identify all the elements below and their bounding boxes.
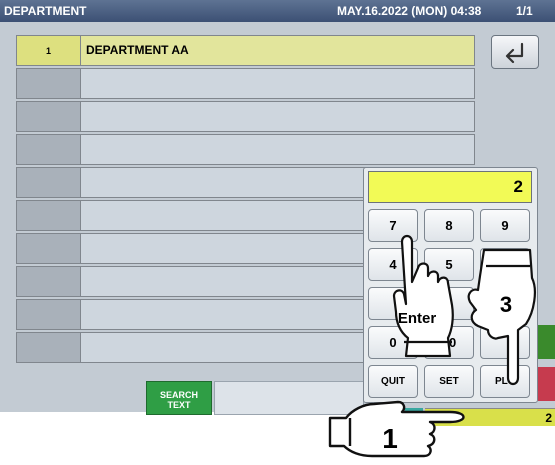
row-number (17, 333, 80, 362)
key-4[interactable]: 4 (368, 248, 418, 281)
row-name (80, 135, 474, 164)
back-button[interactable] (491, 35, 539, 69)
key-0[interactable]: 0 (368, 326, 418, 359)
row-number (17, 135, 80, 164)
key-enter[interactable] (480, 326, 530, 359)
page-indicator: 1/1 (516, 4, 533, 18)
key-6[interactable] (480, 248, 530, 281)
row-name: DEPARTMENT AA (80, 36, 474, 65)
row-name (80, 69, 474, 98)
keypad-display: 2 (368, 171, 532, 203)
screen-title: DEPARTMENT (4, 4, 87, 18)
key-2[interactable] (424, 287, 474, 320)
row-number (17, 201, 80, 230)
row-number (17, 300, 80, 329)
list-row[interactable] (16, 134, 475, 165)
row-number (17, 168, 80, 197)
key-5[interactable]: 5 (424, 248, 474, 281)
row-number (17, 267, 80, 296)
back-arrow-icon (505, 42, 524, 64)
key-9[interactable]: 9 (480, 209, 530, 242)
list-row[interactable]: 1 DEPARTMENT AA (16, 35, 475, 66)
plu-button[interactable]: PLU (480, 365, 530, 398)
teal-button[interactable] (405, 408, 423, 418)
title-bar: DEPARTMENT MAY.16.2022 (MON) 04:38 1/1 (0, 0, 555, 22)
key-7[interactable]: 7 (368, 209, 418, 242)
search-field[interactable] (214, 381, 364, 415)
row-number: 1 (17, 36, 80, 65)
step-1-label: 1 (382, 423, 398, 454)
bottom-value-field: 2 (425, 408, 555, 426)
list-row[interactable] (16, 101, 475, 132)
key-3[interactable] (480, 287, 530, 320)
datetime: MAY.16.2022 (MON) 04:38 (337, 4, 482, 18)
set-button[interactable]: SET (424, 365, 474, 398)
key-00[interactable]: 00 (424, 326, 474, 359)
row-number (17, 102, 80, 131)
search-label-line1: SEARCH (159, 390, 198, 400)
row-number (17, 69, 80, 98)
search-label-line2: TEXT (167, 400, 191, 410)
search-text-button[interactable]: SEARCH TEXT (146, 381, 212, 415)
key-8[interactable]: 8 (424, 209, 474, 242)
quit-button[interactable]: QUIT (368, 365, 418, 398)
row-name (80, 102, 474, 131)
key-1[interactable] (368, 287, 418, 320)
row-number (17, 234, 80, 263)
list-row[interactable] (16, 68, 475, 99)
red-button[interactable] (538, 367, 555, 401)
green-button[interactable] (538, 325, 555, 359)
